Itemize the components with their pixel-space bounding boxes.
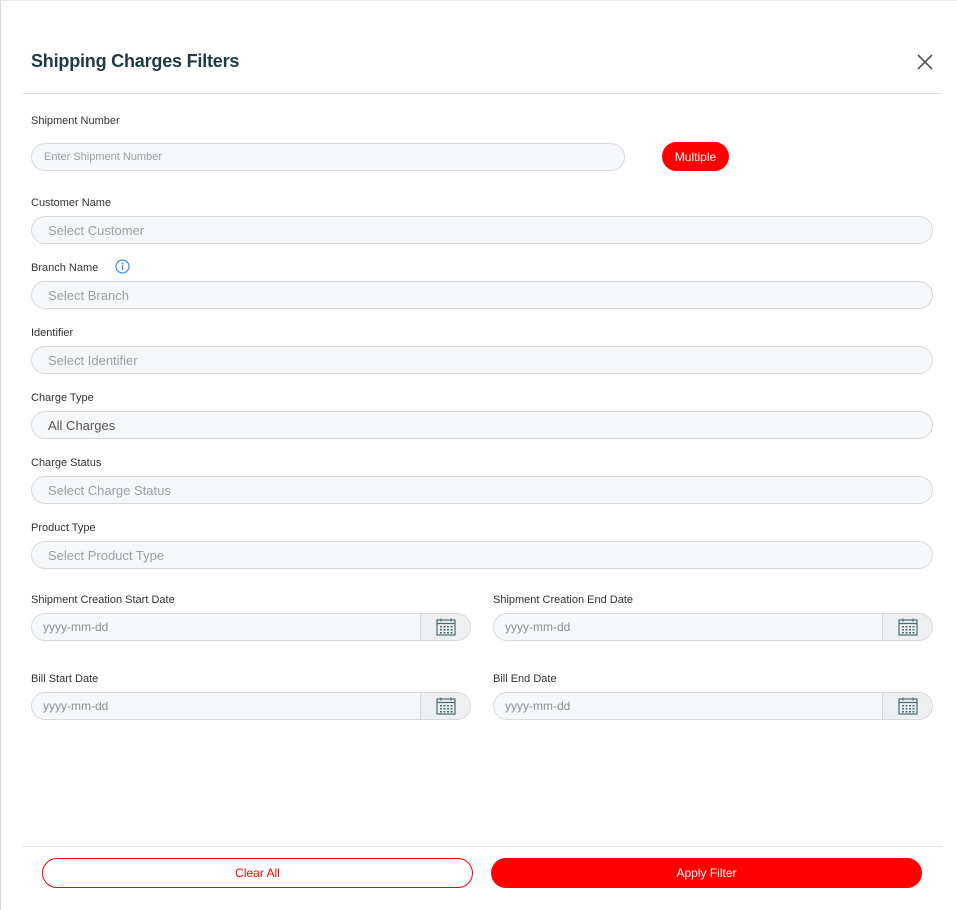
info-icon[interactable] [115, 259, 130, 274]
shipment-number-label: Shipment Number [31, 115, 120, 127]
identifier-label: Identifier [31, 327, 74, 339]
branch-name-label: Branch Name [31, 262, 99, 274]
shipment-creation-end-date-label: Shipment Creation End Date [493, 594, 634, 606]
footer-divider [22, 846, 942, 847]
shipment-creation-start-date-input[interactable] [32, 614, 420, 640]
charge-status-label: Charge Status [31, 457, 102, 469]
multiple-button[interactable]: Multiple [662, 142, 729, 171]
calendar-icon [897, 618, 918, 636]
shipment-creation-end-date-field [493, 613, 933, 641]
shipment-creation-start-date-label: Shipment Creation Start Date [31, 594, 175, 606]
clear-all-button[interactable]: Clear All [42, 858, 473, 888]
branch-name-select[interactable] [31, 281, 933, 309]
calendar-icon [897, 697, 918, 715]
identifier-select[interactable] [31, 346, 933, 374]
product-type-label: Product Type [31, 522, 96, 534]
customer-name-label: Customer Name [31, 197, 112, 209]
calendar-button[interactable] [420, 693, 470, 719]
bill-start-date-field [31, 692, 471, 720]
bill-start-date-label: Bill Start Date [31, 673, 99, 685]
charge-status-select[interactable] [31, 476, 933, 504]
close-icon[interactable] [915, 52, 935, 72]
calendar-button[interactable] [882, 614, 932, 640]
filters-modal: Shipping Charges Filters Shipment Number… [0, 0, 957, 910]
charge-type-select[interactable] [31, 411, 933, 439]
bill-end-date-field [493, 692, 933, 720]
header-divider [22, 93, 942, 94]
customer-name-select[interactable] [31, 216, 933, 244]
apply-filter-button[interactable]: Apply Filter [491, 858, 922, 888]
calendar-icon [435, 697, 456, 715]
shipment-creation-start-date-field [31, 613, 471, 641]
calendar-button[interactable] [420, 614, 470, 640]
bill-end-date-input[interactable] [494, 693, 882, 719]
bill-end-date-label: Bill End Date [493, 673, 557, 685]
charge-type-label: Charge Type [31, 392, 94, 404]
shipment-number-input[interactable] [31, 143, 625, 171]
calendar-icon [435, 618, 456, 636]
product-type-select[interactable] [31, 541, 933, 569]
bill-start-date-input[interactable] [32, 693, 420, 719]
calendar-button[interactable] [882, 693, 932, 719]
modal-title: Shipping Charges Filters [31, 51, 240, 71]
shipment-creation-end-date-input[interactable] [494, 614, 882, 640]
